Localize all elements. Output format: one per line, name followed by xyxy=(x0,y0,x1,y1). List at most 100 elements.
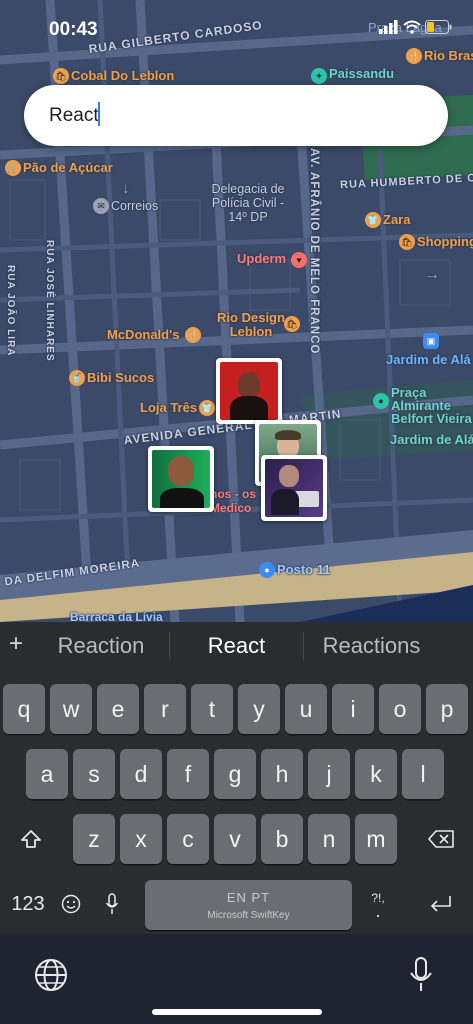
poi-label[interactable]: Pão de Açúcar xyxy=(23,160,113,175)
transit-icon[interactable]: ▣ xyxy=(423,333,439,349)
globe-button[interactable] xyxy=(34,958,68,997)
mic-key[interactable] xyxy=(92,879,132,929)
person-photo xyxy=(152,450,210,508)
key-o[interactable]: o xyxy=(379,684,421,734)
return-key[interactable] xyxy=(413,879,469,929)
signal-icon xyxy=(379,20,398,34)
microphone-icon xyxy=(410,957,432,991)
key-p[interactable]: p xyxy=(426,684,468,734)
suggestion-right[interactable]: Reactions xyxy=(304,622,439,669)
shift-icon xyxy=(21,830,41,848)
key-d[interactable]: d xyxy=(120,749,162,799)
key-n[interactable]: n xyxy=(308,814,350,864)
key-a[interactable]: a xyxy=(26,749,68,799)
text-cursor xyxy=(98,102,100,126)
poi-label[interactable]: Jardim de Alá xyxy=(386,352,471,367)
beach-icon[interactable]: ● xyxy=(259,562,275,578)
dictation-button[interactable] xyxy=(408,956,434,999)
poi-label[interactable]: Jardim de Alá xyxy=(390,432,473,447)
poi-label[interactable]: Barraca da Lívia xyxy=(70,610,163,622)
mail-icon[interactable]: ✉ xyxy=(93,198,109,214)
search-bar[interactable] xyxy=(24,85,448,146)
plus-button[interactable]: + xyxy=(9,630,23,658)
status-bar: 00:43 Praça Lagoa xyxy=(0,0,473,60)
suggestion-bar: + Reaction React Reactions xyxy=(0,622,473,669)
key-r[interactable]: r xyxy=(144,684,186,734)
key-h[interactable]: h xyxy=(261,749,303,799)
search-input[interactable] xyxy=(49,85,419,146)
key-u[interactable]: u xyxy=(285,684,327,734)
key-w[interactable]: w xyxy=(50,684,92,734)
photo-pin[interactable] xyxy=(261,455,327,521)
punctuation-dot: . xyxy=(375,901,381,921)
space-language-label: EN PT xyxy=(226,889,271,905)
key-x[interactable]: x xyxy=(120,814,162,864)
key-c[interactable]: c xyxy=(167,814,209,864)
sport-icon[interactable]: ✦ xyxy=(311,68,327,84)
poi-label[interactable]: Posto 11 xyxy=(277,562,330,577)
restaurant-icon[interactable]: 🍴 xyxy=(185,327,201,343)
key-q[interactable]: q xyxy=(3,684,45,734)
poi-label[interactable]: Bibi Sucos xyxy=(87,370,154,385)
shift-key[interactable] xyxy=(3,814,59,864)
poi-label[interactable]: Loja Três xyxy=(140,400,197,415)
punctuation-key[interactable]: ?!, . xyxy=(357,879,399,929)
suggestion-center[interactable]: React xyxy=(170,622,303,669)
photo-pin[interactable] xyxy=(148,446,214,512)
key-t[interactable]: t xyxy=(191,684,233,734)
poi-label[interactable]: Delegacia de Polícia Civil - 14º DP xyxy=(203,182,293,224)
key-v[interactable]: v xyxy=(214,814,256,864)
key-m[interactable]: m xyxy=(355,814,397,864)
arrow-right-icon: → xyxy=(424,266,440,283)
home-indicator[interactable] xyxy=(152,1009,322,1015)
poi-label[interactable]: Paissandu xyxy=(329,66,394,81)
poi-label[interactable]: Rio Design Leblon xyxy=(212,311,290,339)
park-icon[interactable]: ● xyxy=(373,393,389,409)
street-label: RUA JOSÉ LINHARES xyxy=(44,240,55,362)
backspace-icon xyxy=(428,830,454,848)
key-k[interactable]: k xyxy=(355,749,397,799)
key-f[interactable]: f xyxy=(167,749,209,799)
key-i[interactable]: i xyxy=(332,684,374,734)
poi-label[interactable]: Praça Almirante Belfort Vieira xyxy=(391,386,473,425)
shop-icon[interactable]: 🛍 xyxy=(284,316,300,332)
key-s[interactable]: s xyxy=(73,749,115,799)
poi-label[interactable]: Zara xyxy=(383,212,410,227)
globe-icon xyxy=(35,959,67,991)
emoji-key[interactable] xyxy=(50,879,92,929)
status-icons xyxy=(379,20,453,34)
shop-icon[interactable]: 🛍 xyxy=(399,234,415,250)
poi-label[interactable]: Upderm xyxy=(237,251,286,266)
space-key[interactable]: EN PT Microsoft SwiftKey xyxy=(145,880,352,930)
poi-label[interactable]: McDonald's xyxy=(107,327,179,342)
wifi-icon xyxy=(403,20,421,34)
shop-icon[interactable]: 🛍 xyxy=(53,68,69,84)
status-time: 00:43 xyxy=(49,19,98,40)
battery-icon xyxy=(425,20,452,34)
food-icon[interactable]: 🥤 xyxy=(69,370,85,386)
key-g[interactable]: g xyxy=(214,749,256,799)
photo-pin[interactable] xyxy=(216,358,282,424)
key-z[interactable]: z xyxy=(73,814,115,864)
arrow-down-icon: ↓ xyxy=(122,180,130,197)
backspace-key[interactable] xyxy=(413,814,469,864)
map-view[interactable]: RUA GILBERTO CARDOSO Rio Bras 🍴 🛍 Cobal … xyxy=(0,0,473,622)
person-photo xyxy=(265,459,323,517)
key-j[interactable]: j xyxy=(308,749,350,799)
numbers-key[interactable]: 123 xyxy=(3,879,53,929)
person-photo xyxy=(220,362,278,420)
shop-icon[interactable]: 👕 xyxy=(365,212,381,228)
key-e[interactable]: e xyxy=(97,684,139,734)
health-icon[interactable]: ♥ xyxy=(291,252,307,268)
suggestion-left[interactable]: Reaction xyxy=(34,622,168,669)
return-icon xyxy=(430,896,451,912)
shop-icon[interactable]: 👕 xyxy=(199,400,215,416)
space-brand-label: Microsoft SwiftKey xyxy=(207,909,290,921)
key-l[interactable]: l xyxy=(402,749,444,799)
poi-label[interactable]: Shopping xyxy=(417,234,473,249)
poi-label[interactable]: Cobal Do Leblon xyxy=(71,68,174,83)
key-b[interactable]: b xyxy=(261,814,303,864)
shop-icon[interactable]: 🛒 xyxy=(5,160,21,176)
poi-label[interactable]: Correios xyxy=(111,199,158,213)
key-y[interactable]: y xyxy=(238,684,280,734)
